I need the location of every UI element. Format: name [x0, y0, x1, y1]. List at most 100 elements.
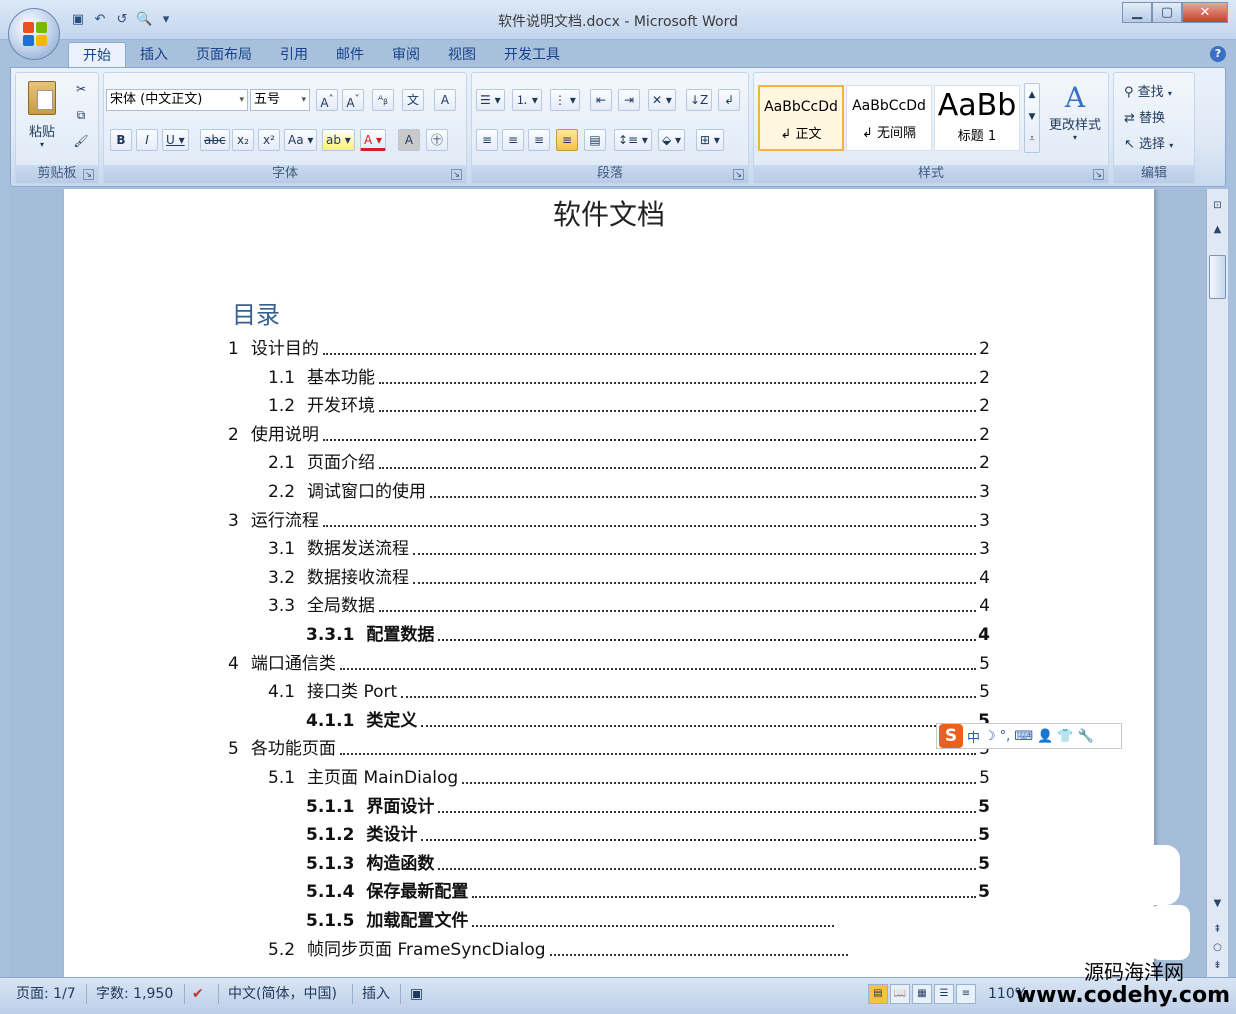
- subscript-button[interactable]: x₂: [232, 129, 254, 151]
- paste-button[interactable]: 粘贴 ▾: [22, 77, 62, 149]
- toc-entry[interactable]: 5.1.2 类设计 5: [306, 821, 990, 849]
- close-button[interactable]: ✕: [1182, 2, 1228, 23]
- toc-entry[interactable]: 3.3 全局数据 4: [268, 592, 990, 620]
- italic-button[interactable]: I: [136, 129, 158, 151]
- tab-3[interactable]: 引用: [266, 42, 322, 68]
- tab-4[interactable]: 邮件: [322, 42, 378, 68]
- change-case-button[interactable]: Aa ▾: [284, 129, 318, 151]
- styles-launcher-icon[interactable]: ↘: [1093, 169, 1104, 180]
- highlight-icon[interactable]: ab ▾: [322, 129, 355, 151]
- char-border-icon[interactable]: A: [434, 89, 456, 111]
- toc-entry[interactable]: 2.1 页面介绍 2: [268, 449, 990, 477]
- language-indicator[interactable]: 中文(简体，中国): [228, 984, 337, 1004]
- tab-5[interactable]: 审阅: [378, 42, 434, 68]
- strikethrough-button[interactable]: abc: [200, 129, 230, 151]
- tab-2[interactable]: 页面布局: [182, 42, 266, 68]
- increase-indent-icon[interactable]: ⇥: [618, 89, 640, 111]
- superscript-button[interactable]: x²: [258, 129, 280, 151]
- copy-icon[interactable]: ⧉: [70, 105, 92, 127]
- replace-button[interactable]: ⇄ 替换: [1124, 107, 1165, 126]
- halfwidth-icon[interactable]: ☽: [984, 729, 996, 744]
- paragraph-launcher-icon[interactable]: ↘: [733, 169, 744, 180]
- cut-icon[interactable]: ✂: [70, 79, 92, 101]
- toc-entry[interactable]: 1.1 基本功能 2: [268, 364, 990, 392]
- toc-entry[interactable]: 1.2 开发环境 2: [268, 392, 990, 420]
- align-right-icon[interactable]: ≡: [528, 129, 550, 151]
- toc-entry[interactable]: 3.1 数据发送流程 3: [268, 535, 990, 563]
- toc-entry[interactable]: 5.1.4 保存最新配置 5: [306, 878, 990, 906]
- multilevel-list-icon[interactable]: ⋮ ▾: [550, 89, 580, 111]
- distributed-icon[interactable]: ▤: [584, 129, 606, 151]
- chinese-layout-icon[interactable]: ✕ ▾: [648, 89, 676, 111]
- ime-toolbar[interactable]: S 中 ☽ °, ⌨ 👤 👕 🔧: [936, 723, 1122, 749]
- font-name-combo[interactable]: 宋体 (中文正文) ▾: [106, 89, 248, 111]
- shading-icon[interactable]: ⬙ ▾: [658, 129, 686, 151]
- grow-font-icon[interactable]: A˄: [316, 89, 338, 111]
- toc-entry[interactable]: 5.1.5 加载配置文件: [306, 907, 848, 935]
- change-styles-button[interactable]: A 更改样式 ▾: [1042, 81, 1108, 142]
- clear-format-icon[interactable]: ᴬᵦ: [372, 89, 394, 111]
- decrease-indent-icon[interactable]: ⇤: [590, 89, 612, 111]
- tab-1[interactable]: 插入: [126, 42, 182, 68]
- line-spacing-icon[interactable]: ↕≡ ▾: [614, 129, 652, 151]
- ruler-toggle-icon[interactable]: ⊡: [1209, 197, 1226, 214]
- font-color-icon[interactable]: A ▾: [360, 129, 387, 151]
- toc-entry[interactable]: 3.2 数据接收流程 4: [268, 564, 990, 592]
- toc-entry[interactable]: 5 各功能页面 5: [228, 735, 990, 763]
- vertical-scrollbar[interactable]: ⊡ ▲ ▼ ⇞ ○ ⇟: [1206, 189, 1228, 977]
- office-button[interactable]: [8, 8, 60, 60]
- toc-entry[interactable]: 4.1.1 类定义 5: [306, 707, 990, 735]
- insert-mode[interactable]: 插入: [362, 984, 390, 1004]
- toc-entry[interactable]: 4 端口通信类 5: [228, 650, 990, 678]
- toc-entry[interactable]: 5.1.1 界面设计 5: [306, 793, 990, 821]
- styles-scroll[interactable]: ▲ ▼ ⩡: [1024, 83, 1040, 153]
- maximize-button[interactable]: ▢: [1152, 2, 1182, 23]
- tab-6[interactable]: 视图: [434, 42, 490, 68]
- minimize-button[interactable]: ▁: [1122, 2, 1152, 23]
- font-size-combo[interactable]: 五号 ▾: [250, 89, 310, 111]
- style-heading-1[interactable]: AaBb 标题 1: [934, 85, 1020, 151]
- justify-icon[interactable]: ≡: [556, 129, 578, 151]
- tab-7[interactable]: 开发工具: [490, 42, 574, 68]
- shrink-font-icon[interactable]: A˅: [342, 89, 364, 111]
- find-button[interactable]: ⚲ 查找 ▾: [1124, 81, 1172, 100]
- enclose-char-icon[interactable]: ㊉: [426, 129, 448, 151]
- full-screen-reading-icon[interactable]: 📖: [890, 984, 910, 1004]
- scroll-up-icon[interactable]: ▲: [1209, 221, 1226, 238]
- align-center-icon[interactable]: ≡: [502, 129, 524, 151]
- ime-mode[interactable]: 中: [967, 727, 980, 746]
- toc-entry[interactable]: 5.2 帧同步页面 FrameSyncDialog: [268, 936, 862, 964]
- bullets-icon[interactable]: ☰ ▾: [476, 89, 505, 111]
- toc-entry[interactable]: 3 运行流程 3: [228, 507, 990, 535]
- toc-entry[interactable]: 3.3.1 配置数据 4: [306, 621, 990, 649]
- toc-entry[interactable]: 2.2 调试窗口的使用 3: [268, 478, 990, 506]
- skin-icon[interactable]: 👕: [1057, 729, 1073, 744]
- prev-page-icon[interactable]: ⇞: [1209, 921, 1226, 938]
- style-normal[interactable]: AaBbCcDd ↲ 正文: [758, 85, 844, 151]
- web-layout-icon[interactable]: ▦: [912, 984, 932, 1004]
- toc-entry[interactable]: 4.1 接口类 Port 5: [268, 678, 990, 706]
- browse-object-icon[interactable]: ○: [1209, 939, 1226, 956]
- bold-button[interactable]: B: [110, 129, 132, 151]
- char-shading-icon[interactable]: A: [398, 129, 420, 151]
- macro-record-icon[interactable]: ▣: [410, 984, 423, 1004]
- numbering-icon[interactable]: ⒈ ▾: [512, 89, 542, 111]
- draft-view-icon[interactable]: ≡: [956, 984, 976, 1004]
- proofing-icon[interactable]: ✔: [192, 984, 204, 1004]
- clipboard-launcher-icon[interactable]: ↘: [83, 169, 94, 180]
- scroll-thumb[interactable]: [1209, 255, 1226, 299]
- phonetic-guide-icon[interactable]: 文: [402, 89, 424, 111]
- user-icon[interactable]: 👤: [1037, 729, 1053, 744]
- word-count[interactable]: 字数: 1,950: [96, 984, 173, 1004]
- tab-0[interactable]: 开始: [68, 42, 126, 68]
- document-page[interactable]: 软件文档 目录 1 设计目的 2 1.1 基本功能 2 1.2 开发环境 2 2 使用说明 2 2.1 页…: [64, 189, 1154, 977]
- print-layout-icon[interactable]: ▤: [868, 984, 888, 1004]
- font-launcher-icon[interactable]: ↘: [451, 169, 462, 180]
- toc-entry[interactable]: 1 设计目的 2: [228, 335, 990, 363]
- toc-entry[interactable]: 5.1 主页面 MainDialog 5: [268, 764, 990, 792]
- page-indicator[interactable]: 页面: 1/7: [16, 984, 76, 1004]
- style-no-spacing[interactable]: AaBbCcDd ↲ 无间隔: [846, 85, 932, 151]
- soft-keyboard-icon[interactable]: ⌨: [1014, 729, 1033, 744]
- punctuation-icon[interactable]: °,: [1000, 729, 1011, 744]
- select-button[interactable]: ↖ 选择 ▾: [1124, 133, 1173, 152]
